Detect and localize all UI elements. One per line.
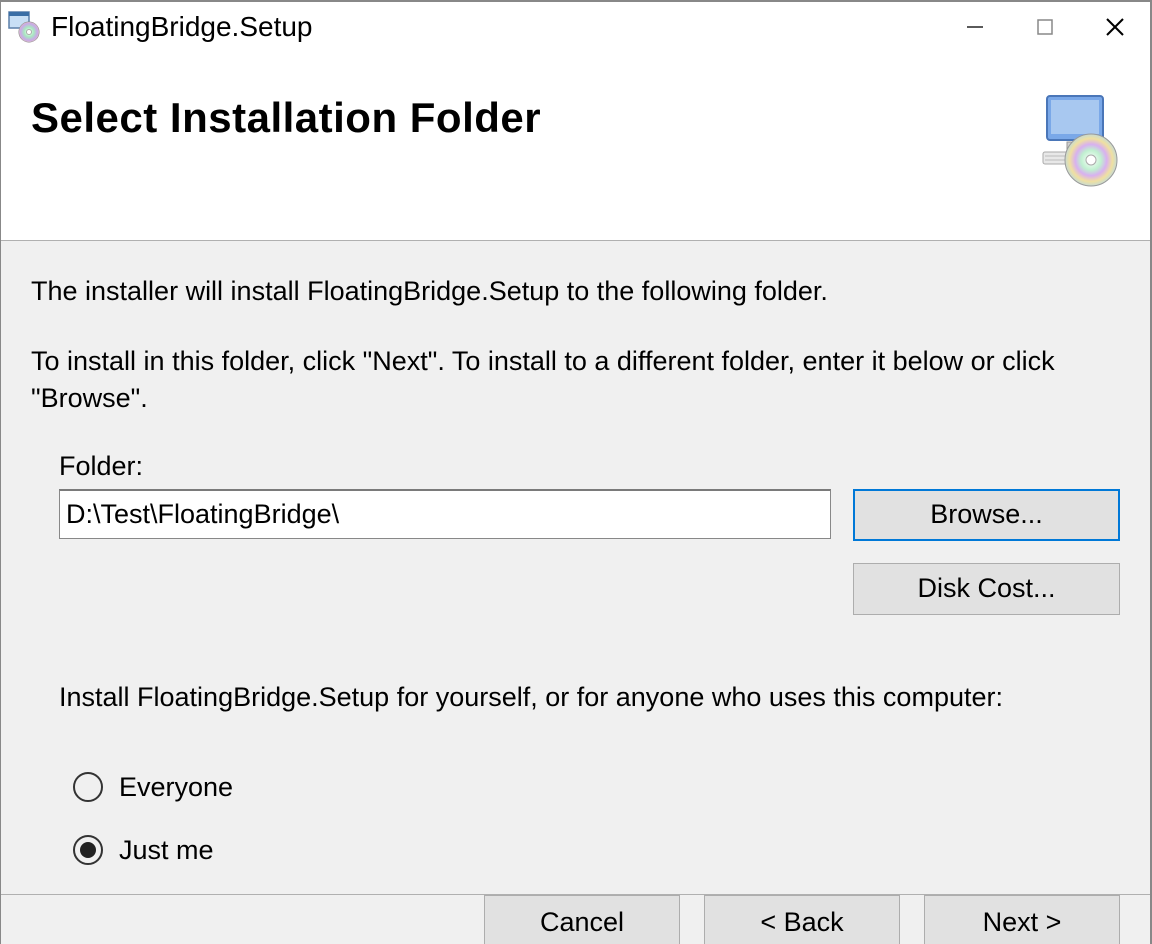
installer-icon	[1015, 90, 1119, 188]
install-for-prompt: Install FloatingBridge.Setup for yoursel…	[59, 679, 1120, 715]
radio-everyone-label: Everyone	[119, 769, 233, 805]
body: The installer will install FloatingBridg…	[1, 240, 1150, 894]
radio-circle-icon	[73, 772, 103, 802]
radio-everyone[interactable]: Everyone	[73, 769, 1120, 805]
radio-just-me-label: Just me	[119, 832, 214, 868]
folder-row: Browse... Disk Cost...	[59, 489, 1120, 615]
cancel-button[interactable]: Cancel	[484, 895, 680, 944]
description-2: To install in this folder, click "Next".…	[31, 343, 1120, 416]
disk-cost-button[interactable]: Disk Cost...	[853, 563, 1120, 615]
titlebar: FloatingBridge.Setup	[1, 2, 1150, 52]
footer: Cancel < Back Next >	[1, 894, 1150, 944]
folder-input[interactable]	[59, 489, 831, 539]
minimize-button[interactable]	[940, 2, 1010, 52]
radio-just-me[interactable]: Just me	[73, 832, 1120, 868]
window-title: FloatingBridge.Setup	[51, 11, 313, 43]
maximize-button[interactable]	[1010, 2, 1080, 52]
radio-circle-checked-icon	[73, 835, 103, 865]
page-title: Select Installation Folder	[31, 94, 541, 142]
app-icon	[7, 10, 41, 44]
back-button[interactable]: < Back	[704, 895, 900, 944]
close-button[interactable]	[1080, 2, 1150, 52]
description-1: The installer will install FloatingBridg…	[31, 273, 1120, 309]
folder-label: Folder:	[59, 448, 1120, 484]
folder-section: Folder: Browse... Disk Cost...	[31, 448, 1120, 614]
header: Select Installation Folder	[1, 52, 1150, 240]
next-button[interactable]: Next >	[924, 895, 1120, 944]
install-for-section: Install FloatingBridge.Setup for yoursel…	[31, 679, 1120, 894]
browse-button[interactable]: Browse...	[853, 489, 1120, 541]
installer-window: FloatingBridge.Setup Select Installation…	[0, 0, 1152, 944]
